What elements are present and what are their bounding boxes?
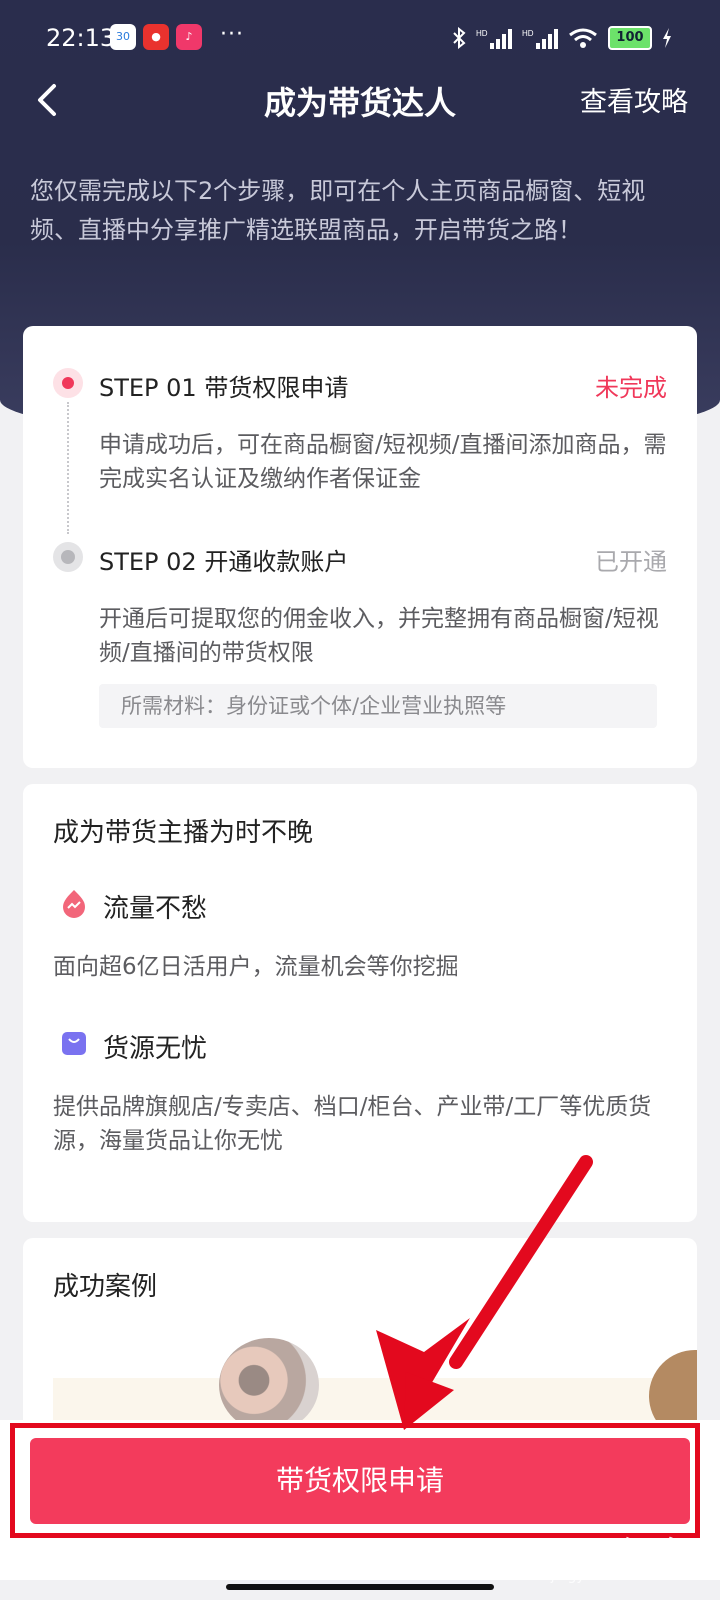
step-1-desc: 申请成功后，可在商品橱窗/短视频/直播间添加商品，需完成实名认证及缴纳作者保证金 [99, 432, 667, 492]
clock: 22:13 [46, 24, 116, 52]
bluetooth-icon [453, 27, 466, 49]
svg-text:HD: HD [476, 29, 488, 38]
watermark-logo: Baidu经验 [523, 1536, 680, 1571]
step-2-title: STEP 02 开通收款账户 [99, 548, 349, 576]
benefit-2-title: 货源无忧 [103, 1034, 208, 1064]
step-1-title: STEP 01 带货权限申请 [99, 374, 349, 402]
view-guide-link[interactable]: 查看攻略 [580, 80, 688, 119]
step-1-status: 未完成 [595, 374, 667, 402]
step-inactive-dot [53, 542, 83, 572]
steps-card: STEP 01 带货权限申请 未完成 申请成功后，可在商品橱窗/短视频/直播间添… [23, 326, 697, 768]
success-cases-title: 成功案例 [53, 1272, 158, 1302]
step-active-dot [53, 368, 83, 398]
svg-text:HD: HD [522, 29, 534, 38]
benefits-title: 成为带货主播为时不晚 [53, 818, 314, 848]
benefit-1-title: 流量不愁 [103, 894, 208, 924]
watermark-url: jingyan.baidu.com [550, 1568, 680, 1584]
step-2-status: 已开通 [595, 548, 667, 576]
shopping-bag-icon [62, 1032, 86, 1055]
required-materials: 所需材料：身份证或个体/企业营业执照等 [99, 684, 657, 728]
benefit-2-desc: 提供品牌旗舰店/专卖店、档口/柜台、产业带/工厂等优质货源，海量货品让你无忧 [53, 1094, 652, 1154]
home-indicator[interactable] [226, 1584, 494, 1590]
jd-app-icon: ● [143, 24, 169, 50]
system-icons: HD HD 100 [452, 26, 672, 50]
signal-icon-2: HD [522, 29, 558, 49]
benefits-card: 成为带货主播为时不晚 流量不愁 面向超6亿日活用户，流量机会等你挖掘 货源无忧 … [23, 784, 697, 1222]
charging-icon [663, 28, 671, 48]
intro-text: 您仅需完成以下2个步骤，即可在个人主页商品橱窗、短视频、直播中分享推广精选联盟商… [30, 177, 646, 244]
music-app-icon: ♪ [176, 24, 202, 50]
nav-bar: 成为带货达人 查看攻略 [0, 70, 720, 130]
status-bar: 22:13 30 ● ♪ ··· HD HD 100 [0, 0, 720, 80]
calendar-app-icon: 30 [110, 24, 136, 50]
case-avatar[interactable] [219, 1338, 319, 1432]
wifi-icon [569, 28, 597, 48]
signal-icon: HD [476, 29, 512, 49]
benefit-1-desc: 面向超6亿日活用户，流量机会等你挖掘 [53, 954, 459, 980]
annotation-highlight-box [10, 1423, 700, 1538]
step-connector [67, 402, 69, 534]
battery-indicator: 100 [608, 26, 652, 50]
step-2-desc: 开通后可提取您的佣金收入，并完整拥有商品橱窗/短视频/直播间的带货权限 [99, 606, 659, 666]
flame-icon [63, 890, 85, 918]
more-notifications-icon: ··· [220, 22, 244, 47]
